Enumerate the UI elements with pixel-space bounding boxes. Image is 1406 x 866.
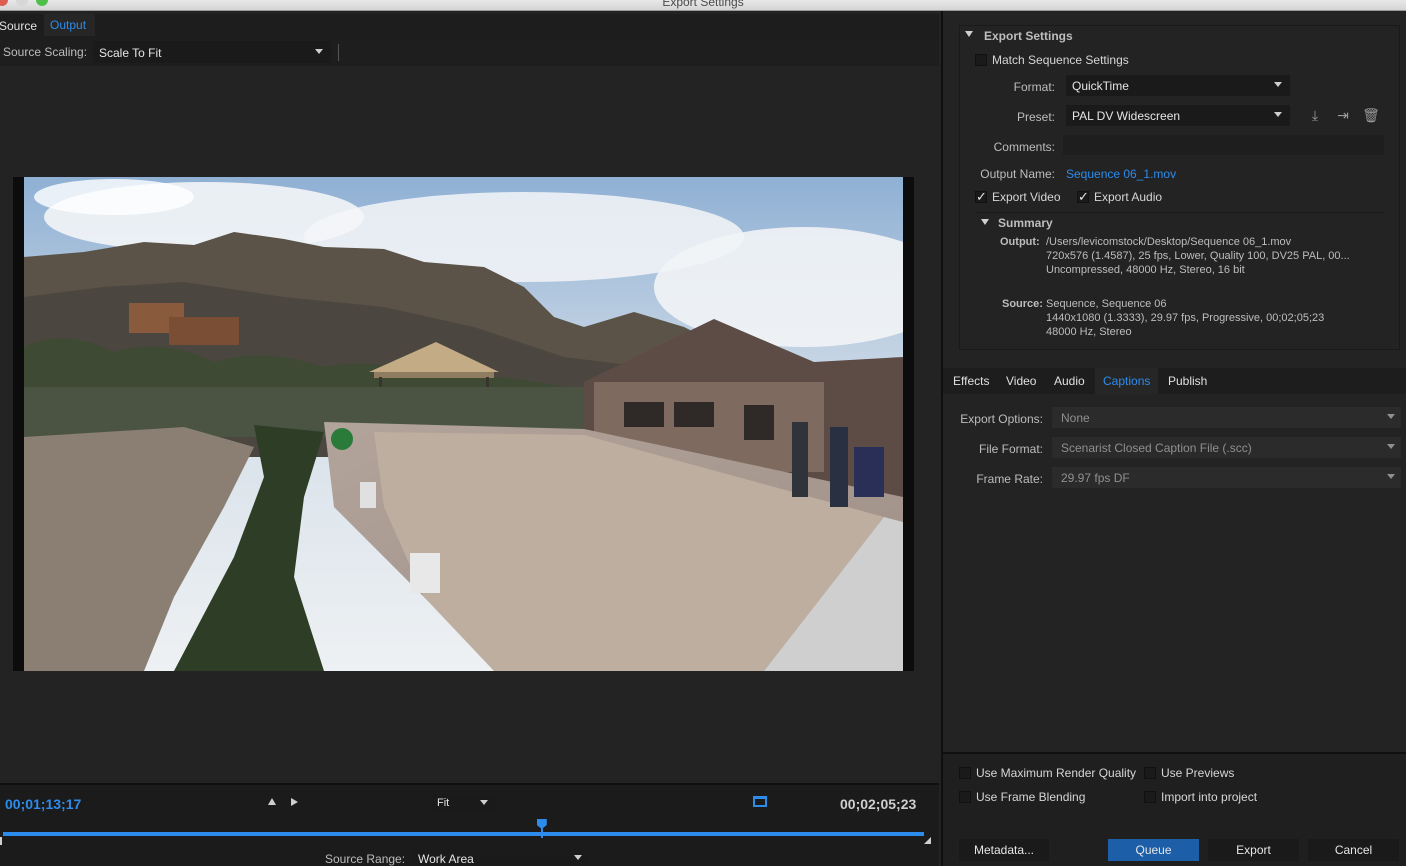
render-options-footer: Use Maximum Render Quality Use Previews … [943,752,1406,866]
match-sequence-checkbox[interactable] [975,54,987,66]
cancel-button[interactable]: Cancel [1308,839,1399,861]
comments-field[interactable] [1063,135,1384,155]
window-title-bar: Export Settings [0,0,1406,11]
summary-header: Summary [998,216,1053,230]
settings-tabs: Effects Video Audio Captions Publish [943,368,1406,394]
frame-rate-dropdown[interactable]: 29.97 fps DF [1052,467,1401,488]
summary-output-line: /Users/levicomstock/Desktop/Sequence 06_… [1046,236,1292,248]
video-preview-frame [13,177,914,671]
collapse-triangle-icon[interactable] [981,219,989,225]
output-name-link[interactable]: Sequence 06_1.mov [1066,167,1176,181]
use-previews-checkbox[interactable] [1144,767,1156,779]
export-settings-section: Export Settings Match Sequence Settings … [959,25,1400,350]
export-video-label: Export Video [992,190,1061,204]
summary-output-label: Output: [1000,236,1040,248]
queue-button[interactable]: Queue [1108,839,1199,861]
import-preset-icon[interactable]: ⇥ [1334,107,1352,123]
file-format-dropdown[interactable]: Scenarist Closed Caption File (.scc) [1052,437,1401,458]
chevron-down-icon [1387,444,1395,449]
collapse-triangle-icon[interactable] [965,31,973,37]
set-in-point-icon[interactable] [268,798,276,805]
tab-captions[interactable]: Captions [1095,368,1159,394]
export-button[interactable]: Export [1208,839,1299,861]
summary-output-line: Uncompressed, 48000 Hz, Stereo, 16 bit [1046,264,1245,276]
chevron-down-icon [480,800,488,805]
export-video-checkbox[interactable] [975,189,987,205]
chevron-down-icon [1274,82,1282,87]
export-settings-panel: Export Settings Match Sequence Settings … [941,11,1406,866]
preset-value: PAL DV Widescreen [1072,109,1181,123]
frame-rate-label: Frame Rate: [976,472,1043,486]
export-options-value: None [1061,411,1090,425]
max-render-quality-label: Use Maximum Render Quality [976,766,1137,780]
zoom-level-value: Fit [437,797,450,809]
divider [976,212,1385,213]
aspect-ratio-correction-icon[interactable] [753,796,767,807]
frame-rate-value: 29.97 fps DF [1061,471,1130,485]
format-label: Format: [1013,80,1055,94]
summary-source-line: 1440x1080 (1.3333), 29.97 fps, Progressi… [1046,312,1325,324]
tab-video[interactable]: Video [1006,374,1036,388]
summary-source-line: 48000 Hz, Stereo [1046,326,1132,338]
export-settings-header: Export Settings [984,29,1073,43]
file-format-value: Scenarist Closed Caption File (.scc) [1061,441,1252,455]
export-audio-label: Export Audio [1094,190,1163,204]
preset-dropdown[interactable]: PAL DV Widescreen [1066,105,1290,126]
timeline-controls: 00;01;13;17 Fit 00;02;05;23 Source Range… [0,783,939,866]
source-range-dropdown[interactable]: Work Area [412,849,590,866]
save-preset-icon[interactable]: ⤓ [1306,107,1324,123]
chevron-down-icon [1387,474,1395,479]
chevron-down-icon [574,855,582,860]
format-dropdown[interactable]: QuickTime [1066,75,1290,96]
zoom-level-dropdown[interactable]: Fit [431,794,496,814]
backyard-pool-scene [24,177,903,671]
summary-source-label: Source: [1002,298,1043,310]
source-range-label: Source Range: [325,852,406,866]
output-name-label: Output Name: [980,167,1055,181]
source-scaling-label: Source Scaling: [3,45,88,59]
window-title: Export Settings [662,0,744,9]
chevron-down-icon [315,49,323,54]
source-range-value: Work Area [418,852,474,866]
file-format-label: File Format: [978,442,1043,456]
tab-audio[interactable]: Audio [1054,374,1085,388]
timeline-scrub-bar[interactable] [3,832,924,836]
export-options-label: Export Options: [960,412,1043,426]
chevron-down-icon [1387,414,1395,419]
current-timecode[interactable]: 00;01;13;17 [5,796,81,812]
source-scaling-value: Scale To Fit [99,46,162,60]
source-output-tabs: Source Output [0,14,939,39]
set-out-point-icon[interactable] [291,798,298,806]
import-into-project-checkbox[interactable] [1144,791,1156,803]
preset-label: Preset: [1016,110,1055,124]
summary-output-line: 720x576 (1.4587), 25 fps, Lower, Quality… [1046,250,1350,262]
tab-publish[interactable]: Publish [1168,374,1207,388]
duration-timecode: 00;02;05;23 [840,796,917,812]
in-point-marker[interactable] [0,837,2,845]
tab-output[interactable]: Output [44,14,95,36]
format-value: QuickTime [1072,79,1129,93]
source-scaling-row: Source Scaling: Scale To Fit [0,39,939,66]
delete-preset-icon[interactable]: 🗑 [1362,107,1380,123]
export-audio-checkbox[interactable] [1077,189,1089,205]
comments-label: Comments: [993,140,1055,154]
match-sequence-label: Match Sequence Settings [992,53,1129,67]
divider [338,44,339,61]
chevron-down-icon [1274,112,1282,117]
import-into-project-label: Import into project [1161,790,1258,804]
metadata-button[interactable]: Metadata... [959,839,1049,861]
video-preview-image [24,177,903,671]
tab-source[interactable]: Source [0,19,37,33]
source-scaling-dropdown[interactable]: Scale To Fit [93,41,331,63]
use-previews-label: Use Previews [1161,766,1235,780]
out-point-marker[interactable] [924,837,931,844]
frame-blending-label: Use Frame Blending [976,790,1086,804]
frame-blending-checkbox[interactable] [959,791,971,803]
preview-panel: Source Output Source Scaling: Scale To F… [0,11,939,866]
playhead-line [540,825,543,838]
export-options-dropdown[interactable]: None [1052,407,1401,428]
summary-source-line: Sequence, Sequence 06 [1046,298,1167,310]
max-render-quality-checkbox[interactable] [959,767,971,779]
tab-effects[interactable]: Effects [953,374,989,388]
